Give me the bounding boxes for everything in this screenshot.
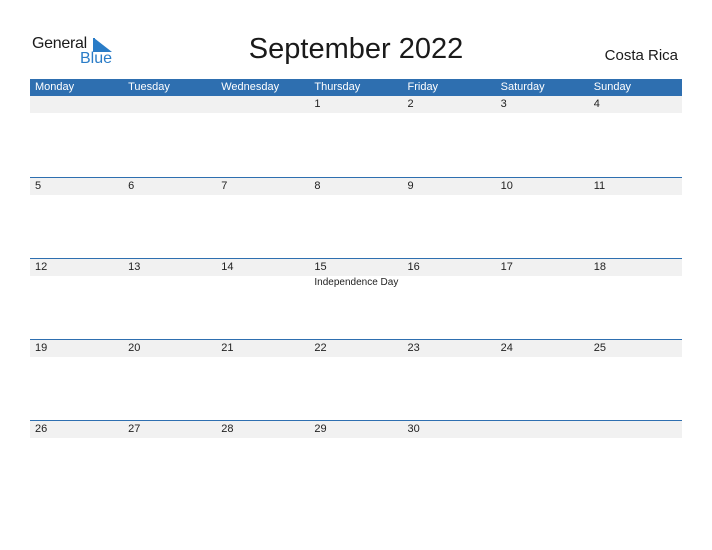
weeks-container: 1 2 3 4 5 6 7 8 9 10 11 12 13 14 15 16 17 18 Independence …: [30, 96, 682, 501]
week-row: 26 27 28 29 30: [30, 420, 682, 501]
weekday-label: Saturday: [500, 81, 545, 93]
holiday-label: [216, 276, 309, 289]
day-number: 19: [35, 342, 48, 354]
day-number: 24: [500, 342, 513, 354]
day-number: [123, 96, 216, 113]
day-number: 2: [407, 98, 414, 110]
day-number: [496, 421, 589, 438]
day-number: 28: [221, 423, 234, 435]
day-number: 6: [128, 180, 135, 192]
events-row: Independence Day: [30, 276, 682, 289]
holiday-label: [496, 276, 589, 289]
calendar-grid: Monday Tuesday Wednesday Thursday Friday…: [30, 79, 682, 501]
day-number: [30, 96, 123, 113]
day-number: 30: [407, 423, 420, 435]
day-number: 22: [314, 342, 327, 354]
weekday-label: Thursday: [314, 81, 361, 93]
day-number: 5: [35, 180, 42, 192]
holiday-label: Independence Day: [314, 277, 399, 288]
day-number: 18: [593, 261, 606, 273]
week-row: 12 13 14 15 16 17 18 Independence Day: [30, 258, 682, 339]
day-number: 25: [593, 342, 606, 354]
day-number: [589, 421, 682, 438]
holiday-label: [30, 276, 123, 289]
weekday-label: Tuesday: [128, 81, 170, 93]
week-row: 1 2 3 4: [30, 96, 682, 177]
weekday-label: Monday: [35, 81, 75, 93]
day-number: 26: [35, 423, 48, 435]
day-number: 27: [128, 423, 141, 435]
date-strip: 19 20 21 22 23 24 25: [30, 340, 682, 357]
day-number: 10: [500, 180, 513, 192]
holiday-label: [403, 276, 496, 289]
weekday-header: Monday Tuesday Wednesday Thursday Friday…: [30, 79, 682, 96]
day-number: 15: [314, 261, 327, 273]
day-number: 12: [35, 261, 48, 273]
day-number: 3: [500, 98, 507, 110]
day-number: 29: [314, 423, 327, 435]
weekday-label: Sunday: [593, 81, 632, 93]
day-number: 1: [314, 98, 321, 110]
date-strip: 26 27 28 29 30: [30, 421, 682, 438]
day-number: 7: [221, 180, 228, 192]
day-number: 17: [500, 261, 513, 273]
day-number: 14: [221, 261, 234, 273]
day-number: 4: [593, 98, 600, 110]
country-label: Costa Rica: [604, 47, 678, 64]
day-number: 20: [128, 342, 141, 354]
day-number: 11: [593, 180, 606, 192]
weekday-label: Wednesday: [221, 81, 280, 93]
day-number: 8: [314, 180, 321, 192]
week-row: 5 6 7 8 9 10 11: [30, 177, 682, 258]
date-strip: 12 13 14 15 16 17 18: [30, 259, 682, 276]
date-strip: 1 2 3 4: [30, 96, 682, 113]
holiday-label: [589, 276, 682, 289]
day-number: 13: [128, 261, 141, 273]
day-number: 21: [221, 342, 234, 354]
date-strip: 5 6 7 8 9 10 11: [30, 178, 682, 195]
holiday-label: [123, 276, 216, 289]
week-row: 19 20 21 22 23 24 25: [30, 339, 682, 420]
weekday-label: Friday: [407, 81, 439, 93]
day-number: [216, 96, 309, 113]
day-number: 9: [407, 180, 414, 192]
day-number: 23: [407, 342, 420, 354]
day-number: 16: [407, 261, 420, 273]
